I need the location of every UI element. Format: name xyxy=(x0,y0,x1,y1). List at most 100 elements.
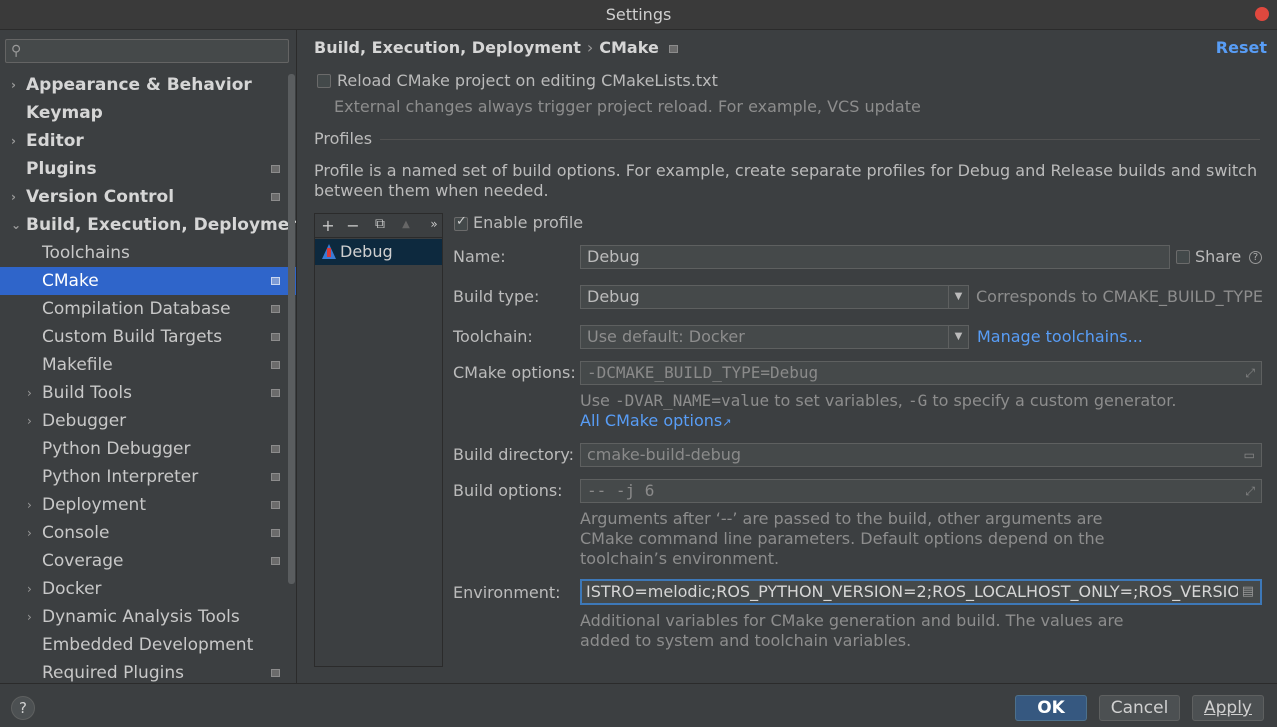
enable-profile-checkbox[interactable] xyxy=(454,214,468,231)
sidebar-item-python-interpreter[interactable]: Python Interpreter xyxy=(0,463,296,491)
sidebar-item-editor[interactable]: › Editor xyxy=(0,127,296,155)
sidebar-item-label: Dynamic Analysis Tools xyxy=(42,607,240,627)
sidebar-item-keymap[interactable]: Keymap xyxy=(0,99,296,127)
environment-field[interactable]: ISTRO=melodic;ROS_PYTHON_VERSION=2;ROS_L… xyxy=(580,579,1262,605)
breadcrumb-parent[interactable]: Build, Execution, Deployment xyxy=(314,38,581,57)
sidebar-item-toolchains[interactable]: Toolchains xyxy=(0,239,296,267)
project-scope-icon xyxy=(271,389,280,397)
build-options-field[interactable]: -- -j 6 ⤢ xyxy=(580,479,1262,503)
cancel-button[interactable]: Cancel xyxy=(1099,695,1180,721)
sidebar-item-python-debugger[interactable]: Python Debugger xyxy=(0,435,296,463)
sidebar-item-compilation-database[interactable]: Compilation Database xyxy=(0,295,296,323)
share-checkbox[interactable] xyxy=(1176,250,1190,264)
profile-item-debug[interactable]: Debug xyxy=(315,239,442,265)
reset-link[interactable]: Reset xyxy=(1216,38,1267,57)
hint-g: -G xyxy=(907,391,928,410)
cmake-options-field[interactable]: -DCMAKE_BUILD_TYPE=Debug ⤢ xyxy=(580,361,1262,385)
build-options-hint-3: toolchain’s environment. xyxy=(580,549,780,568)
sidebar-item-required-plugins[interactable]: Required Plugins xyxy=(0,659,296,683)
sidebar-scrollbar[interactable] xyxy=(288,74,295,584)
cmake-options-label: CMake options: xyxy=(453,363,576,382)
environment-value: ISTRO=melodic;ROS_PYTHON_VERSION=2;ROS_L… xyxy=(586,582,1252,601)
manage-toolchains-link[interactable]: Manage toolchains... xyxy=(977,327,1143,346)
sidebar-item-label: Debugger xyxy=(42,411,127,431)
more-actions-button[interactable]: » xyxy=(425,217,443,231)
sidebar-item-build-execution-deployment[interactable]: ⌄ Build, Execution, Deployment xyxy=(0,211,297,239)
expand-icon[interactable]: ⤢ xyxy=(1245,480,1255,502)
chevron-down-icon[interactable]: ⌄ xyxy=(11,211,21,239)
sidebar-item-plugins[interactable]: Plugins xyxy=(0,155,296,183)
breadcrumb-separator: › xyxy=(586,38,594,57)
breadcrumb: Build, Execution, Deployment › CMake xyxy=(314,38,678,57)
sidebar-item-dynamic-analysis-tools[interactable]: › Dynamic Analysis Tools xyxy=(0,603,296,631)
add-profile-button[interactable]: + xyxy=(319,216,337,235)
project-scope-icon xyxy=(271,557,280,565)
build-directory-field[interactable]: cmake-build-debug ▭ xyxy=(580,443,1262,467)
toolchain-value: Use default: Docker xyxy=(587,327,745,346)
section-divider xyxy=(380,139,1260,140)
profile-name-field[interactable]: Debug xyxy=(580,245,1170,269)
move-up-button[interactable]: ▲ xyxy=(397,219,415,230)
title-bar: Settings xyxy=(0,0,1277,30)
enable-profile-label[interactable]: Enable profile xyxy=(473,213,583,232)
profiles-section-title: Profiles xyxy=(314,129,373,148)
sidebar-item-label: Required Plugins xyxy=(42,663,184,683)
build-type-select[interactable]: Debug ▼ xyxy=(580,285,969,309)
chevron-right-icon[interactable]: › xyxy=(27,575,37,603)
reload-cmake-hint: External changes always trigger project … xyxy=(334,97,921,116)
sidebar-item-build-tools[interactable]: › Build Tools xyxy=(0,379,296,407)
project-scope-icon xyxy=(271,305,280,313)
chevron-right-icon[interactable]: › xyxy=(27,407,37,435)
remove-profile-button[interactable]: − xyxy=(344,216,362,235)
name-label: Name: xyxy=(453,247,506,266)
sidebar-item-docker[interactable]: › Docker xyxy=(0,575,296,603)
build-type-note: Corresponds to CMAKE_BUILD_TYPE xyxy=(976,287,1263,306)
sidebar-item-label: Python Interpreter xyxy=(42,467,199,487)
all-cmake-options-label: All CMake options xyxy=(580,411,723,430)
expand-icon[interactable]: ⤢ xyxy=(1245,362,1255,384)
ok-button[interactable]: OK xyxy=(1015,695,1087,721)
sidebar-item-label: Keymap xyxy=(26,103,103,123)
toolchain-select[interactable]: Use default: Docker ▼ xyxy=(580,325,969,349)
sidebar-item-appearance-behavior[interactable]: › Appearance & Behavior xyxy=(0,71,296,99)
reload-cmake-checkbox[interactable] xyxy=(317,74,331,88)
project-scope-icon xyxy=(271,333,280,341)
environment-label: Environment: xyxy=(453,583,561,602)
sidebar-item-deployment[interactable]: › Deployment xyxy=(0,491,296,519)
sidebar-item-label: Docker xyxy=(42,579,102,599)
edit-environment-icon[interactable]: ▤ xyxy=(1237,581,1254,603)
profiles-list-panel: + − ⧉ ▲ » Debug xyxy=(314,213,443,667)
sidebar-item-label: Custom Build Targets xyxy=(42,327,223,347)
help-button[interactable]: ? xyxy=(11,696,35,720)
chevron-right-icon[interactable]: › xyxy=(27,379,37,407)
chevron-right-icon[interactable]: › xyxy=(27,491,37,519)
apply-button[interactable]: Apply xyxy=(1192,695,1264,721)
all-cmake-options-link[interactable]: All CMake options↗ xyxy=(580,411,731,430)
sidebar-item-label: Build, Execution, Deployment xyxy=(26,215,297,235)
chevron-right-icon[interactable]: › xyxy=(11,183,21,211)
chevron-right-icon[interactable]: › xyxy=(27,603,37,631)
settings-search-input[interactable]: ⚲ xyxy=(5,39,289,63)
build-options-hint-1: Arguments after ‘--’ are passed to the b… xyxy=(580,509,1103,528)
close-window-button[interactable] xyxy=(1255,7,1269,21)
share-label[interactable]: Share xyxy=(1195,247,1241,266)
project-scope-icon xyxy=(271,445,280,453)
chevron-right-icon[interactable]: › xyxy=(27,519,37,547)
project-scope-icon xyxy=(271,277,280,285)
chevron-right-icon[interactable]: › xyxy=(11,127,21,155)
sidebar-item-version-control[interactable]: › Version Control xyxy=(0,183,296,211)
sidebar-item-coverage[interactable]: Coverage xyxy=(0,547,296,575)
sidebar-item-custom-build-targets[interactable]: Custom Build Targets xyxy=(0,323,296,351)
sidebar-item-console[interactable]: › Console xyxy=(0,519,296,547)
share-help-icon[interactable]: ? xyxy=(1249,251,1262,264)
sidebar-item-debugger[interactable]: › Debugger xyxy=(0,407,296,435)
settings-content: Build, Execution, Deployment › CMake Reset… xyxy=(298,30,1277,683)
sidebar-item-makefile[interactable]: Makefile xyxy=(0,351,296,379)
chevron-right-icon[interactable]: › xyxy=(11,71,21,99)
folder-icon[interactable]: ▭ xyxy=(1244,444,1255,466)
copy-profile-button[interactable]: ⧉ xyxy=(371,216,389,232)
chevron-down-icon: ▼ xyxy=(948,326,968,348)
reload-cmake-label[interactable]: Reload CMake project on editing CMakeLis… xyxy=(337,71,718,90)
sidebar-item-embedded-development[interactable]: Embedded Development xyxy=(0,631,296,659)
sidebar-item-cmake[interactable]: CMake xyxy=(0,267,296,295)
